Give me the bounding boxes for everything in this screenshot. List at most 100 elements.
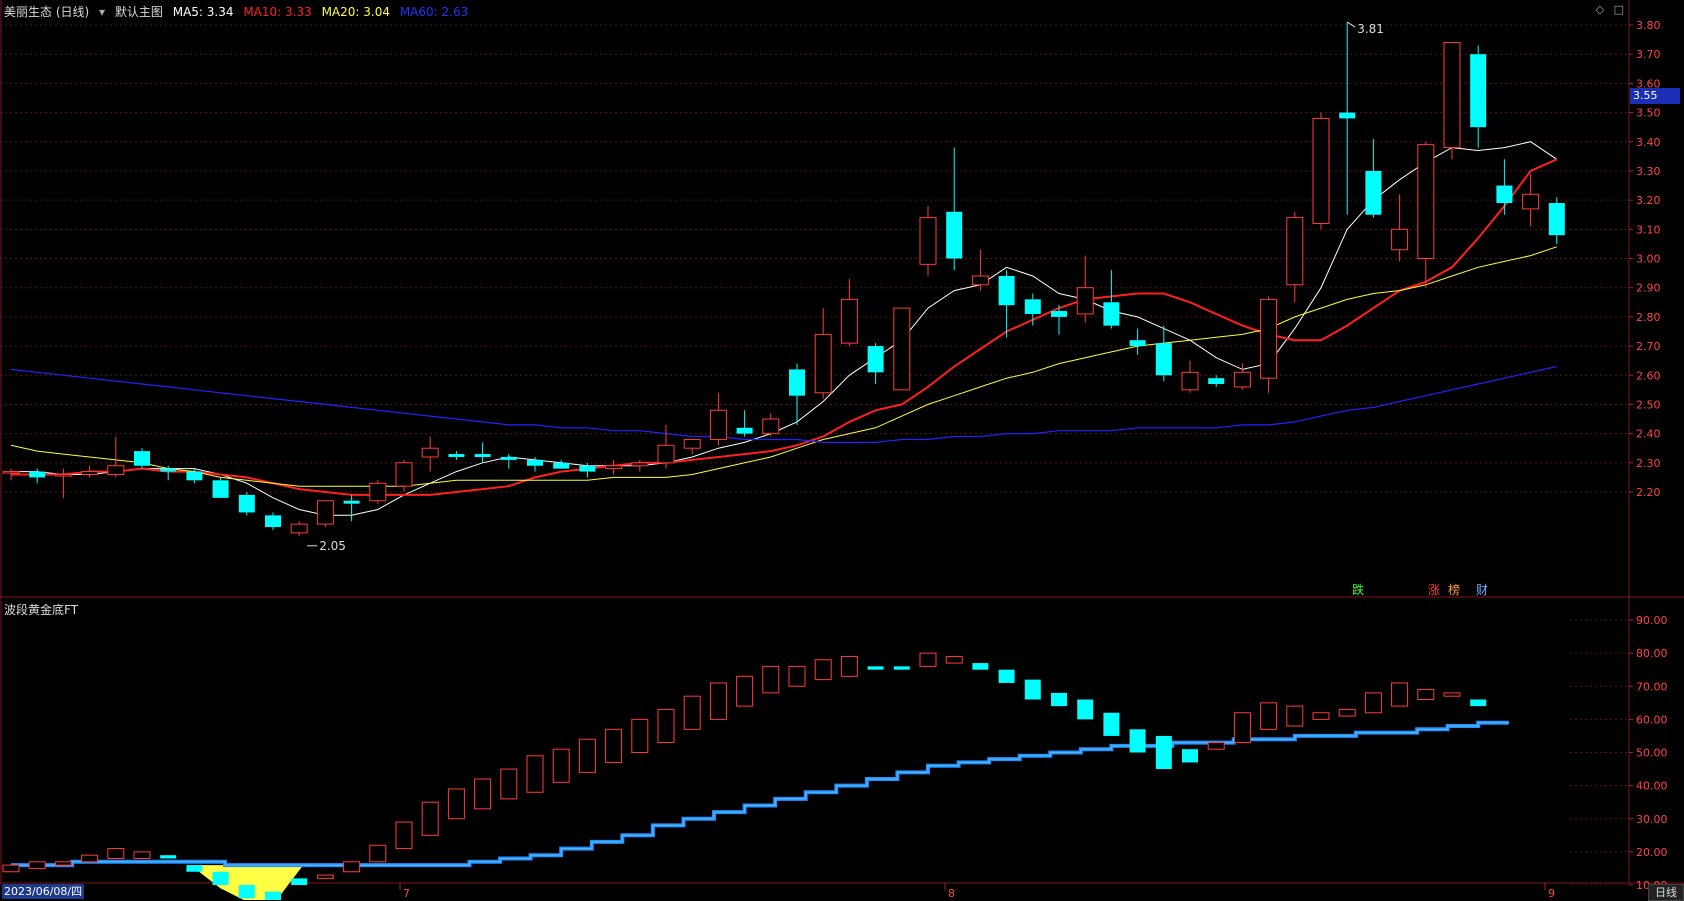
candle-body (316, 500, 334, 525)
candle (1312, 112, 1330, 230)
candle-body (579, 465, 596, 472)
indicator-box (683, 695, 701, 730)
indicator-box (919, 652, 937, 667)
indicator-box (133, 851, 151, 859)
price-tick-label: 2.60 (1636, 369, 1661, 382)
candle-body (1208, 378, 1225, 385)
chart-header: 美丽生态 (日线) ▾ 默认主图 MA5: 3.34 MA10: 3.33 MA… (4, 3, 474, 20)
event-marker: 涨 (1428, 582, 1440, 597)
indicator-box (1417, 689, 1435, 700)
candle-body (1365, 170, 1382, 215)
indicator-box (1338, 708, 1356, 717)
candle-body (29, 471, 46, 478)
candle-body (1417, 144, 1435, 259)
candle-body (814, 333, 832, 394)
indicator-box (998, 669, 1015, 683)
indicator-box (552, 748, 570, 783)
current-price-flag: 3.55 (1630, 88, 1680, 104)
indicator-box (814, 659, 832, 681)
indicator-box (657, 708, 675, 744)
indicator-box (605, 728, 623, 763)
candle-body (448, 454, 465, 457)
stock-name[interactable]: 美丽生态 (日线) (4, 5, 89, 19)
candle-body (186, 471, 203, 481)
corner-icons: ◇ □ (1596, 3, 1624, 16)
stock-chart[interactable]: 3.803.703.603.503.403.303.203.103.002.90… (0, 0, 1684, 900)
indicator-box (762, 665, 780, 694)
candle-body (343, 500, 360, 504)
indicator-title[interactable]: 波段黄金底FT (4, 601, 78, 618)
cursor-date: 2023/06/08/四 (2, 884, 85, 899)
candle-body (1051, 311, 1067, 317)
indicator-box (369, 844, 387, 863)
candle-body (1443, 42, 1461, 149)
indicator-box (1233, 712, 1251, 744)
indicator-box (1391, 682, 1409, 707)
candle-body (605, 465, 623, 470)
ma10-label: MA10: 3.33 (243, 5, 312, 19)
indicator-tick-label: 70.00 (1636, 680, 1668, 693)
indicator-box (28, 861, 46, 869)
candle-body (81, 471, 99, 475)
price-tick-label: 3.70 (1636, 48, 1661, 61)
price-tick-label: 3.30 (1636, 165, 1661, 178)
candle-body (1522, 193, 1540, 210)
candle-body (474, 454, 491, 457)
indicator-box (186, 865, 203, 872)
candle-body (789, 369, 805, 396)
indicator-box (421, 801, 439, 836)
indicator-tick-label: 60.00 (1636, 713, 1668, 726)
chart-mode[interactable]: 默认主图 (115, 5, 163, 19)
indicator-box (736, 675, 754, 707)
candle-body (290, 523, 308, 534)
candle-body (631, 462, 649, 467)
candle-body (527, 459, 543, 466)
candle-body (683, 438, 701, 449)
high-price-label: 3.81 (1357, 22, 1384, 36)
indicator-box (1364, 692, 1382, 714)
candle (1260, 296, 1278, 393)
indicator-box (1103, 712, 1120, 736)
candle-body (1181, 371, 1199, 391)
indicator-box (1024, 679, 1041, 700)
period-button[interactable]: 日线 (1648, 884, 1684, 901)
indicator-box (788, 665, 806, 687)
ma60-label: MA60: 2.63 (399, 5, 469, 19)
candle-body (1470, 54, 1487, 128)
candle-body (369, 482, 387, 502)
diamond-icon[interactable]: ◇ (1596, 3, 1604, 16)
price-tick-label: 3.00 (1636, 253, 1661, 266)
indicator-box (972, 663, 989, 670)
indicator-tick-label: 80.00 (1636, 647, 1668, 660)
indicator-box (709, 682, 727, 720)
indicator-box (867, 666, 884, 670)
candle (369, 480, 387, 504)
candle-body (1312, 117, 1330, 224)
indicator-box (81, 854, 99, 863)
candle-body (2, 471, 20, 474)
candle-body (1260, 298, 1278, 379)
price-tick-label: 2.90 (1636, 282, 1661, 295)
candle (1443, 42, 1461, 160)
price-tick-label: 3.80 (1636, 19, 1661, 32)
indicator-box (945, 655, 963, 664)
candle (893, 307, 911, 391)
indicator-box (1129, 729, 1146, 753)
candle-body (134, 451, 150, 466)
candle-body (238, 494, 255, 513)
candle-body (1103, 302, 1120, 326)
candle-body (107, 465, 125, 475)
indicator-box (526, 755, 544, 793)
candle-body (1286, 217, 1304, 286)
candle (238, 492, 255, 516)
chevron-down-icon[interactable]: ▾ (99, 5, 105, 19)
window-icon[interactable]: □ (1614, 3, 1624, 16)
indicator-box (1182, 749, 1198, 763)
price-tick-label: 2.40 (1636, 428, 1661, 441)
price-tick-label: 3.50 (1636, 107, 1661, 120)
event-marker: 财 (1476, 583, 1488, 597)
price-tick-label: 2.30 (1636, 457, 1661, 470)
indicator-box (500, 768, 518, 800)
indicator-box (160, 855, 177, 859)
indicator-box (1207, 742, 1225, 750)
